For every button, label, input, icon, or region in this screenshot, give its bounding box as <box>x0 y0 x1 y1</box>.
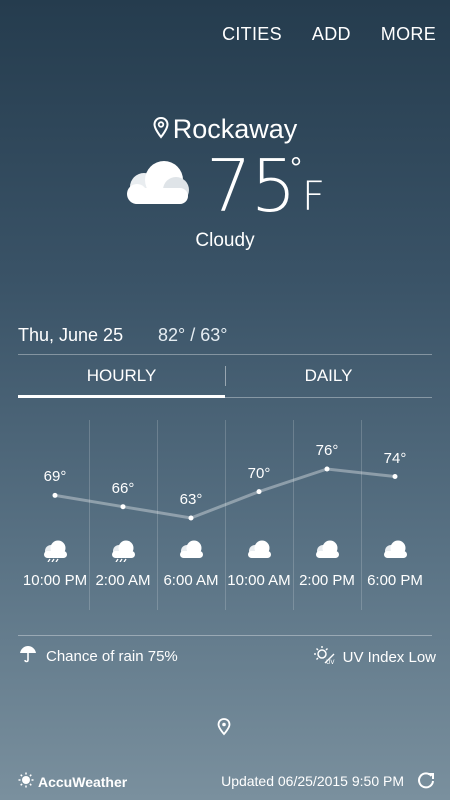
hourly-temp-label: 63° <box>179 491 203 508</box>
current-temperature: 75 <box>206 144 297 228</box>
extra-info: Chance of rain 75% UV UV Index Low <box>18 645 436 669</box>
refresh-icon[interactable] <box>416 770 436 793</box>
cloud-icon <box>312 540 342 567</box>
location-pin-icon <box>153 115 169 146</box>
today-date: Thu, June 25 <box>18 325 124 345</box>
location-title: Rockaway <box>0 114 450 146</box>
hourly-item: 6:00 AM <box>157 420 225 610</box>
rain-chance-text: Chance of rain 75% <box>46 647 178 665</box>
forecast-tabs: HOURLY DAILY <box>18 358 432 398</box>
location-page-indicator-icon[interactable] <box>217 718 231 741</box>
uv-sun-icon: UV <box>313 645 335 669</box>
hourly-item: 2:00 AM <box>89 420 157 610</box>
current-conditions: 75 ° F <box>0 150 450 230</box>
top-nav: CITIES ADD MORE <box>222 24 436 45</box>
today-high-low: 82° / 63° <box>158 325 228 345</box>
cloud-icon <box>244 540 274 567</box>
hourly-temp-label: 69° <box>43 468 67 486</box>
hourly-item: 10:00 PM <box>21 420 89 610</box>
hourly-temp-label: 66° <box>111 479 135 497</box>
section-divider <box>18 635 432 636</box>
hourly-time: 6:00 PM <box>367 572 423 589</box>
hourly-temp-label: 76° <box>315 442 339 459</box>
uv-index-text: UV Index Low <box>342 648 436 666</box>
last-updated: Updated 06/25/2015 9:50 PM <box>221 773 404 789</box>
today-summary: Thu, June 25 82° / 63° <box>18 323 432 355</box>
cloud-rain-icon <box>40 540 70 567</box>
more-button[interactable]: MORE <box>381 24 436 45</box>
hourly-time: 2:00 AM <box>95 572 151 589</box>
tab-daily[interactable]: DAILY <box>225 358 432 398</box>
uv-index: UV UV Index Low <box>313 645 436 669</box>
cloud-icon <box>176 540 206 567</box>
accuweather-sun-icon <box>18 772 34 791</box>
add-button[interactable]: ADD <box>312 24 351 45</box>
hourly-time: 2:00 PM <box>299 572 355 589</box>
footer: AccuWeather Updated 06/25/2015 9:50 PM <box>18 770 436 794</box>
accuweather-brand-text: AccuWeather <box>38 773 128 790</box>
tab-hourly[interactable]: HOURLY <box>18 358 225 398</box>
hourly-time: 6:00 AM <box>163 572 219 589</box>
location-name: Rockaway <box>172 114 298 144</box>
hourly-forecast: 10:00 PM 69° 2:00 AM 66° 6:00 AM 63° 10:00 AM 7… <box>0 420 450 610</box>
condition-text: Cloudy <box>195 230 255 251</box>
hourly-item: 10:00 AM <box>225 420 293 610</box>
hourly-temp-label: 74° <box>383 449 407 467</box>
svg-text:UV: UV <box>326 659 335 665</box>
rain-chance: Chance of rain 75% <box>18 645 178 667</box>
accuweather-logo[interactable]: AccuWeather <box>18 772 127 791</box>
hourly-time: 10:00 AM <box>227 572 291 589</box>
cloud-rain-icon <box>108 540 138 567</box>
hourly-item: 6:00 PM <box>361 420 429 610</box>
cities-button[interactable]: CITIES <box>222 24 282 45</box>
cloud-icon <box>380 540 410 567</box>
umbrella-icon <box>18 645 38 667</box>
cloud-icon <box>118 160 192 213</box>
hourly-temp-label: 70° <box>247 464 271 482</box>
temperature-unit: F <box>302 174 326 220</box>
hourly-time: 10:00 PM <box>22 572 88 589</box>
degree-symbol: ° <box>290 152 302 185</box>
